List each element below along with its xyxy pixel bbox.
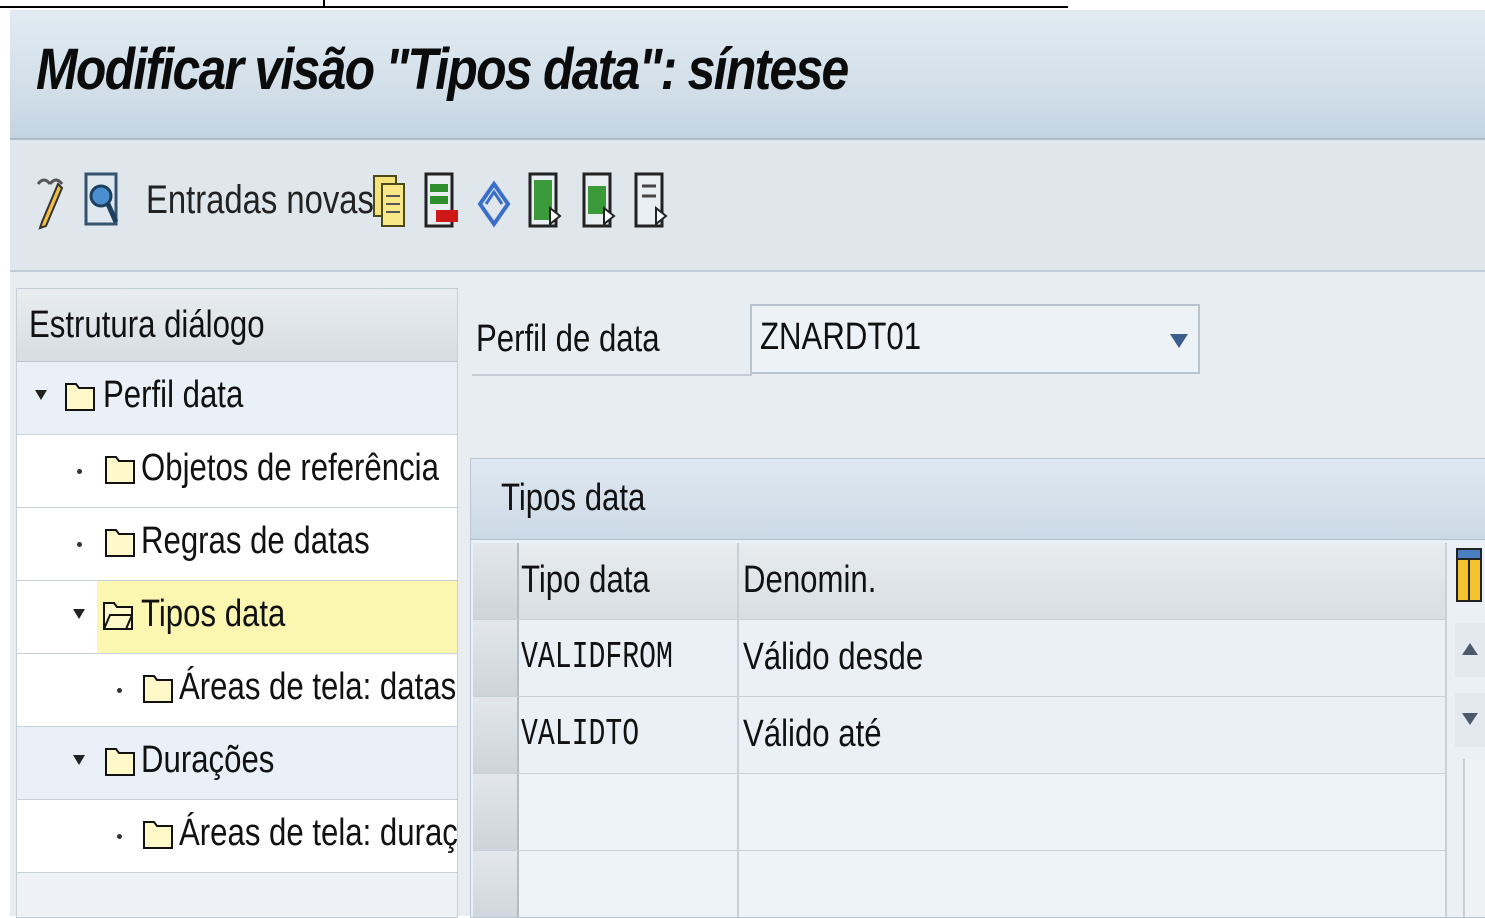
leaf-bullet-icon	[77, 542, 82, 547]
date-profile-value: ZNARDT01	[760, 316, 922, 358]
row-selector-button[interactable]	[473, 620, 519, 696]
select-all-rows-button[interactable]	[473, 543, 519, 619]
column-header-tipo-data[interactable]: Tipo data	[517, 543, 739, 619]
arrow-up-icon	[1462, 643, 1478, 655]
date-profile-dropdown[interactable]: ZNARDT01	[750, 304, 1200, 374]
row-selector-button[interactable]	[473, 697, 519, 773]
table-cell-denomin[interactable]: Válido até	[739, 697, 1447, 773]
dialog-structure-title: Estrutura diálogo	[29, 304, 265, 346]
work-area: Estrutura diálogo Perfil data Objetos de…	[10, 272, 1485, 918]
tree-node-label: Regras de datas	[141, 520, 370, 562]
table-header-row: Tipo data Denomin.	[473, 543, 1447, 620]
column-header-denomin[interactable]: Denomin.	[739, 543, 1447, 619]
tree-node-duracoes[interactable]: Durações	[17, 727, 457, 800]
display-change-icon[interactable]	[32, 170, 68, 232]
table-title-bar: Tipos data	[471, 459, 1485, 540]
select-all-icon[interactable]	[528, 170, 564, 232]
tree-node-label: Áreas de tela: duraçõe	[179, 812, 457, 854]
folder-icon	[143, 675, 173, 703]
tree-node-label: Áreas de tela: datas	[179, 666, 457, 708]
expand-arrow-icon[interactable]	[73, 755, 85, 765]
date-types-table-panel: Tipos data Tipo data Denomin. VALIDFROM …	[470, 458, 1485, 918]
row-selector-button[interactable]	[473, 851, 519, 917]
copy-as-icon[interactable]	[372, 170, 408, 232]
tree-node-tipos-data[interactable]: Tipos data	[17, 581, 457, 654]
new-entries-button[interactable]: Entradas novas	[146, 178, 374, 223]
open-folder-icon	[103, 602, 133, 630]
vertical-scrollbar[interactable]	[1463, 759, 1485, 917]
leaf-bullet-icon	[117, 834, 122, 839]
tree-node-areas-tela-datas[interactable]: Áreas de tela: datas	[17, 654, 457, 727]
folder-icon	[105, 456, 135, 484]
table-cell-tipo-data[interactable]	[517, 774, 739, 850]
tree-node-label: Tipos data	[141, 593, 286, 635]
column-header-label: Denomin.	[743, 559, 877, 601]
tree-node-label: Durações	[141, 739, 275, 781]
table-row[interactable]: VALIDTO Válido até	[473, 697, 1447, 774]
tree-node-label: Objetos de referência	[141, 447, 439, 489]
table-cell-tipo-data[interactable]: VALIDFROM	[517, 620, 739, 696]
scroll-down-button[interactable]	[1455, 693, 1485, 747]
chevron-down-icon[interactable]	[1170, 334, 1188, 348]
table-row[interactable]	[473, 774, 1447, 851]
field-label-underline	[472, 374, 752, 376]
title-bar: Modificar visão "Tipos data": síntese	[10, 10, 1485, 140]
undo-change-icon[interactable]	[474, 170, 511, 232]
folder-icon	[65, 383, 95, 411]
deselect-all-icon[interactable]	[634, 170, 670, 232]
table-cell-tipo-data[interactable]	[517, 851, 739, 917]
row-selector-button[interactable]	[473, 774, 519, 850]
top-border-line	[0, 6, 1068, 8]
delete-icon[interactable]	[424, 170, 460, 232]
application-toolbar: Entradas novas	[10, 140, 1485, 272]
cell-text: Válido até	[743, 713, 882, 755]
table-cell-denomin[interactable]: Válido desde	[739, 620, 1447, 696]
expand-arrow-icon[interactable]	[73, 609, 85, 619]
cell-text: VALIDFROM	[521, 636, 673, 679]
folder-icon	[105, 529, 135, 557]
tree-node-objetos-referencia[interactable]: Objetos de referência	[17, 435, 457, 508]
table-title: Tipos data	[501, 477, 646, 519]
tree-node-regras-datas[interactable]: Regras de datas	[17, 508, 457, 581]
dialog-structure-panel: Estrutura diálogo Perfil data Objetos de…	[16, 288, 458, 918]
folder-icon	[143, 821, 173, 849]
tree-node-label: Perfil data	[103, 374, 244, 416]
table-row[interactable]: VALIDFROM Válido desde	[473, 620, 1447, 697]
table-cell-denomin[interactable]	[739, 851, 1447, 917]
select-block-icon[interactable]	[582, 170, 618, 232]
expand-arrow-icon[interactable]	[35, 390, 47, 400]
table-cell-denomin[interactable]	[739, 774, 1447, 850]
column-header-label: Tipo data	[521, 559, 650, 601]
table-row[interactable]	[473, 851, 1447, 917]
cell-text: VALIDTO	[521, 713, 640, 756]
cell-text: Válido desde	[743, 636, 924, 678]
arrow-down-icon	[1462, 713, 1478, 725]
page-title: Modificar visão "Tipos data": síntese	[36, 37, 849, 102]
tree-node-areas-tela-duracoes[interactable]: Áreas de tela: duraçõe	[17, 800, 457, 873]
find-icon[interactable]	[82, 170, 119, 232]
tree-node-perfil-data[interactable]: Perfil data	[17, 362, 457, 435]
date-types-table: Tipo data Denomin. VALIDFROM Válido desd…	[473, 543, 1447, 917]
top-border-tick	[323, 0, 325, 8]
column-settings-icon[interactable]	[1455, 547, 1483, 603]
dialog-structure-header: Estrutura diálogo	[17, 289, 457, 362]
leaf-bullet-icon	[117, 688, 122, 693]
leaf-bullet-icon	[77, 469, 82, 474]
folder-icon	[105, 748, 135, 776]
scroll-up-button[interactable]	[1455, 623, 1485, 677]
table-cell-tipo-data[interactable]: VALIDTO	[517, 697, 739, 773]
date-profile-label: Perfil de data	[476, 318, 660, 360]
